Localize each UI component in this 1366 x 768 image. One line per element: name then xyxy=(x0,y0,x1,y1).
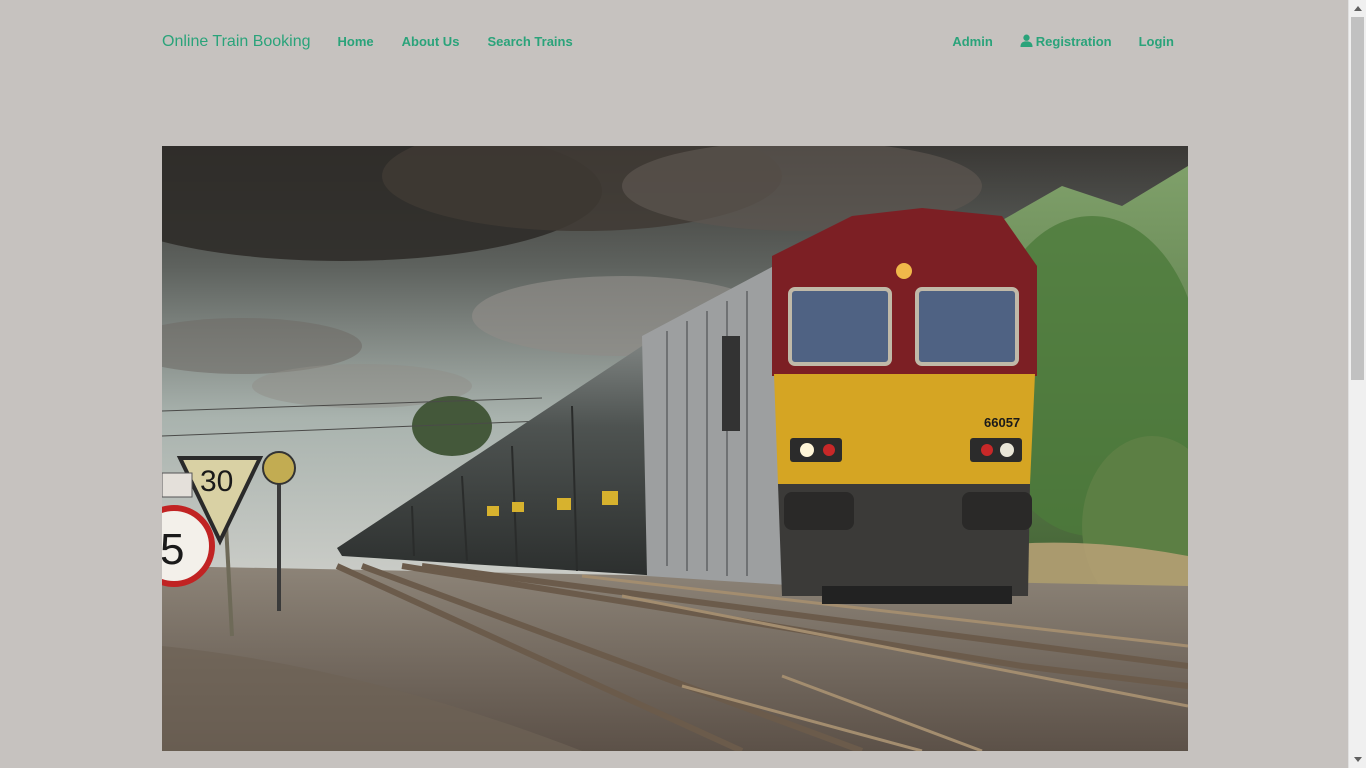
scroll-down-arrow-icon[interactable] xyxy=(1349,751,1366,768)
nav-link-admin[interactable]: Admin xyxy=(952,24,992,60)
nav-link-registration[interactable]: Registration xyxy=(1020,24,1112,60)
nav-link-home[interactable]: Home xyxy=(338,24,374,60)
train-illustration: 66057 30 5 xyxy=(162,146,1188,751)
page-scrollbar[interactable] xyxy=(1348,0,1366,768)
top-navbar: Online Train Booking Home About Us Searc… xyxy=(162,22,1188,62)
speed-sign-5-text: 5 xyxy=(162,525,184,574)
nav-link-about-us[interactable]: About Us xyxy=(402,24,460,60)
registration-label: Registration xyxy=(1035,34,1112,49)
locomotive-number: 66057 xyxy=(984,415,1020,430)
hero-train-image: 66057 30 5 xyxy=(162,146,1188,751)
nav-right-group: Admin Registration Login xyxy=(925,24,1188,60)
nav-link-login[interactable]: Login xyxy=(1139,24,1174,60)
nav-link-search-trains[interactable]: Search Trains xyxy=(487,24,572,60)
user-icon xyxy=(1020,34,1033,47)
scroll-up-arrow-icon[interactable] xyxy=(1349,0,1366,17)
speed-sign-30-text: 30 xyxy=(200,465,233,498)
scroll-thumb[interactable] xyxy=(1351,17,1364,380)
brand-link[interactable]: Online Train Booking xyxy=(162,23,311,61)
page: Online Train Booking Home About Us Searc… xyxy=(0,0,1366,768)
